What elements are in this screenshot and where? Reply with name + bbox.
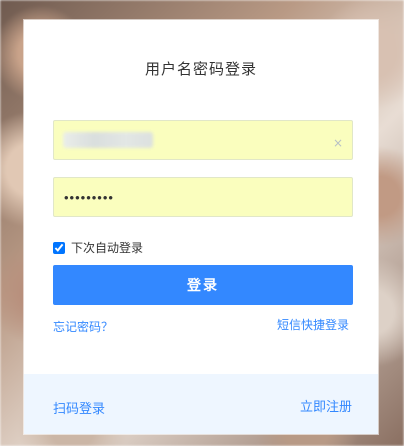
username-input[interactable] xyxy=(53,120,353,160)
remember-label: 下次自动登录 xyxy=(71,241,144,255)
remember-login[interactable]: 下次自动登录 xyxy=(53,239,143,256)
login-title: 用户名密码登录 xyxy=(144,60,257,78)
clear-icon[interactable]: × xyxy=(331,136,345,150)
login-button[interactable]: 登录 xyxy=(53,265,353,305)
scan-login-link[interactable]: 扫码登录 xyxy=(53,398,105,417)
forgot-password-link[interactable]: 忘记密码？ xyxy=(53,318,113,335)
register-link[interactable]: 立即注册 xyxy=(300,396,352,415)
login-footer: 扫码登录 立即注册 xyxy=(24,374,378,434)
remember-checkbox[interactable] xyxy=(53,241,65,254)
login-card: 用户名密码登录 × 下次自动登录 登录 忘记密码？ 短信快捷登录 扫码登录 立即… xyxy=(24,20,378,434)
sms-login-link[interactable]: 短信快捷登录 xyxy=(277,316,349,333)
password-input[interactable] xyxy=(53,177,353,217)
